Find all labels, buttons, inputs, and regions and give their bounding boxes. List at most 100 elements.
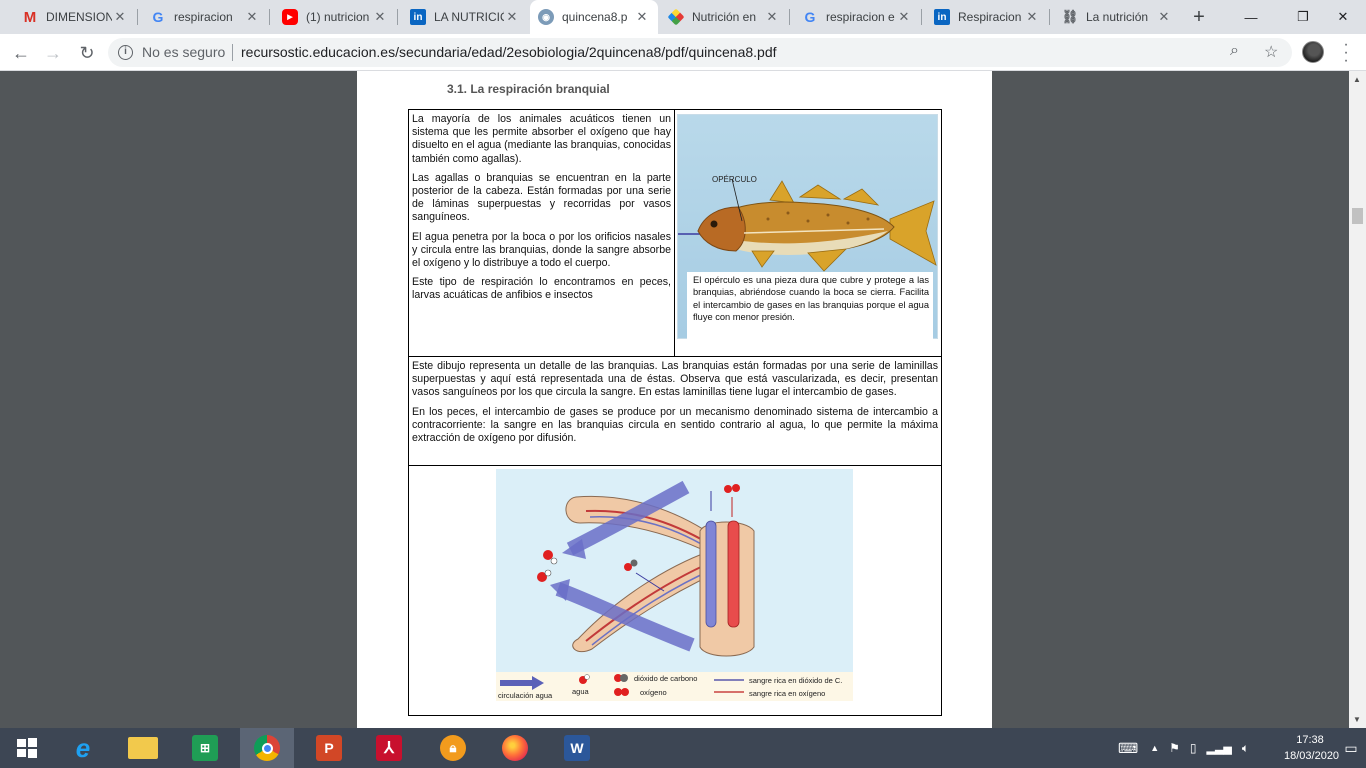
tab-respiracion-1[interactable]: G respiracion ✕ [142,0,268,34]
close-icon[interactable]: ✕ [896,9,912,25]
url-text[interactable]: recursostic.educacion.es/secundaria/edad… [241,44,777,60]
network-signal-icon[interactable]: ▂▃▅ [1207,742,1232,755]
taskbar-clock[interactable]: 17:38 18/03/2020 [1284,732,1340,764]
diagram-legend: circulación agua agua dióxido de carbono… [496,672,853,701]
taskbar-firefox[interactable] [488,728,542,768]
tab-strip: M DIMENSION ✕ G respiracion ✕ ▶ (1) nutr… [0,0,1366,34]
tab-divider [137,9,138,25]
bookmark-star-icon[interactable]: ☆ [1264,42,1278,62]
tab-respiracion-2[interactable]: G respiracion e ✕ [794,0,920,34]
volume-icon[interactable]: 🔈︎ [1242,741,1249,756]
tab-divider [397,9,398,25]
pdf-viewer: 3.1. La respiración branquial La mayoría… [0,71,1366,731]
avatar[interactable] [1302,41,1324,63]
legend-blood-co2: sangre rica en dióxido de C. [749,676,843,685]
taskbar-powerpoint[interactable]: P [302,728,356,768]
tab-title: (1) nutricion [306,10,370,24]
tab-divider [269,9,270,25]
store-icon: ⊞ [192,735,218,761]
section-title: 3.1. La respiración branquial [447,82,610,96]
tab-la-nutricion[interactable]: ⛓ La nutrición ✕ [1054,0,1180,34]
scroll-down-icon[interactable]: ▼ [1353,715,1361,724]
taskbar-vpn-app[interactable]: 🔒︎ [426,728,480,768]
page-scrollbar[interactable]: ▲ ▼ [1349,71,1366,728]
close-window-icon[interactable]: ✕ [1320,0,1366,34]
browser-toolbar: ← → ↻ i No es seguro recursostic.educaci… [0,34,1366,71]
reload-icon[interactable]: ↻ [74,40,100,66]
gills-text: Este dibujo representa un detalle de las… [412,360,938,451]
clock-date: 18/03/2020 [1284,750,1340,762]
operculum-label: OPÉRCULO [712,175,757,184]
tab-title: DIMENSION [46,10,112,24]
info-icon[interactable]: i [118,45,133,60]
close-icon[interactable]: ✕ [372,9,388,25]
scroll-thumb[interactable] [1352,208,1363,224]
minimize-icon[interactable]: — [1228,0,1274,34]
intro-text: La mayoría de los animales acuáticos tie… [412,113,671,309]
close-icon[interactable]: ✕ [504,9,520,25]
tab-title: Respiracion [958,10,1022,24]
close-icon[interactable]: ✕ [764,9,780,25]
tab-la-nutricio[interactable]: in LA NUTRICIÓ ✕ [402,0,528,34]
linkedin-icon: in [934,9,950,25]
battery-icon[interactable]: ▯ [1190,741,1197,755]
tab-quincena8[interactable]: ◉ quincena8.p ✕ [530,0,658,34]
folder-icon [128,737,158,759]
zoom-icon[interactable]: ⌕ [1230,42,1239,60]
start-button[interactable] [0,728,54,768]
tab-title: La nutrición [1086,10,1149,24]
tab-respiracion-linkedin[interactable]: in Respiracion ✕ [926,0,1048,34]
internet-explorer-icon: e [75,732,91,763]
tab-title: respiracion [174,10,233,24]
windows-logo-icon [17,738,37,758]
taskbar-store[interactable]: ⊞ [178,728,232,768]
linkedin-icon: in [410,9,426,25]
close-icon[interactable]: ✕ [1024,9,1040,25]
word-icon: W [564,735,590,761]
close-icon[interactable]: ✕ [634,9,650,25]
clock-time: 17:38 [1296,734,1324,746]
back-arrow-icon[interactable]: ← [8,40,34,66]
forward-arrow-icon[interactable]: → [40,40,66,66]
taskbar-acrobat[interactable]: ⅄ [362,728,416,768]
powerpoint-icon: P [316,735,342,761]
tab-title: LA NUTRICIÓ [434,10,504,24]
tab-divider [921,9,922,25]
paragraph: Las agallas o branquias se encuentran en… [412,171,671,224]
globe-icon: ◉ [538,9,554,25]
tab-title: respiracion e [826,10,895,24]
tab-divider [789,9,790,25]
close-icon[interactable]: ✕ [244,9,260,25]
paragraph: En los peces, el intercambio de gases se… [412,405,938,445]
tab-nutricion-en[interactable]: Nutrición en ✕ [662,0,788,34]
taskbar-file-explorer[interactable] [116,728,170,768]
pdf-page: 3.1. La respiración branquial La mayoría… [357,71,992,731]
paragraph: La mayoría de los animales acuáticos tie… [412,113,671,165]
shield-lock-icon: 🔒︎ [440,735,466,761]
address-bar[interactable]: i No es seguro recursostic.educacion.es/… [108,38,1292,67]
taskbar-word[interactable]: W [550,728,604,768]
chevron-up-icon[interactable]: ▲ [1150,743,1159,753]
paragraph: El agua penetra por la boca o por los or… [412,230,671,270]
legend-water-flow: circulación agua [498,691,553,700]
taskbar-internet-explorer[interactable]: e [56,728,110,768]
keyboard-icon[interactable]: ⌨ [1118,740,1138,757]
legend-co2: dióxido de carbono [634,674,698,683]
tab-dimension[interactable]: M DIMENSION ✕ [14,0,136,34]
close-icon[interactable]: ✕ [112,9,128,25]
scroll-up-icon[interactable]: ▲ [1353,75,1361,84]
notifications-icon[interactable]: ▭ [1340,732,1362,764]
tab-divider [1049,9,1050,25]
legend-blood-o2: sangre rica en oxígeno [749,689,826,698]
gmail-icon: M [23,8,37,26]
column-divider [674,109,675,357]
google-icon: G [804,9,816,25]
google-icon: G [152,9,164,25]
tab-nutricion-youtube[interactable]: ▶ (1) nutricion ✕ [274,0,396,34]
menu-dots-icon[interactable]: · · · [1338,37,1354,69]
flag-icon[interactable]: ⚑ [1169,741,1180,755]
taskbar-chrome[interactable] [240,728,294,768]
new-tab-button[interactable]: + [1188,6,1210,28]
close-icon[interactable]: ✕ [1156,9,1172,25]
security-label[interactable]: No es seguro [142,44,225,60]
